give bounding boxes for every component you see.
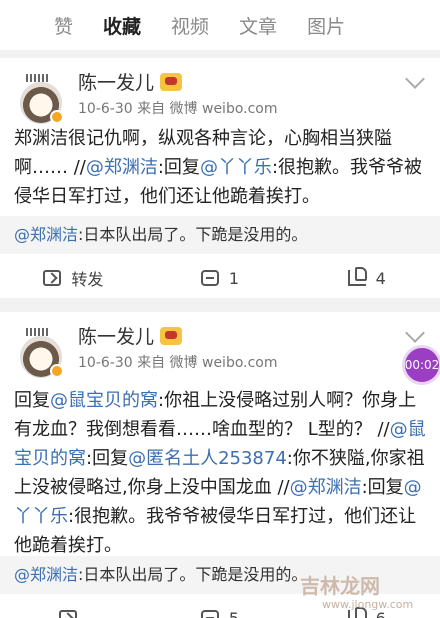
quoted-text: :日本队出局了。下跪是没用的。 bbox=[78, 565, 308, 584]
watermark-url: www.jlongw.com bbox=[322, 598, 414, 611]
comment-count: 1 bbox=[228, 268, 240, 288]
avatar-decoration bbox=[26, 74, 48, 82]
post-meta: 10-6-30 来自 微博 weibo.com bbox=[78, 101, 278, 117]
tab-videos[interactable]: 视频 bbox=[171, 12, 209, 39]
comment-button[interactable]: 1 bbox=[147, 269, 294, 288]
thumbs-up-icon bbox=[347, 267, 367, 286]
chevron-down-icon[interactable] bbox=[405, 323, 425, 343]
comment-count: 5 bbox=[228, 608, 240, 618]
repost-icon bbox=[43, 270, 62, 286]
member-crown-icon bbox=[160, 72, 183, 91]
comment-icon bbox=[200, 270, 219, 286]
like-button[interactable]: 4 bbox=[293, 267, 440, 288]
post-card-1: 陈一发儿 10-6-30 来自 微博 weibo.com 郑渊洁很记仇啊，纵观各… bbox=[0, 58, 440, 298]
text-segment: :回复 bbox=[361, 477, 404, 498]
post-text: 回复@鼠宝贝的窝:你祖上没侵略过别人啊？你身上有龙血？我倒想看看……啥血型的？ … bbox=[14, 386, 426, 560]
tab-articles[interactable]: 文章 bbox=[239, 12, 277, 39]
mention-link[interactable]: @郑渊洁 bbox=[14, 225, 78, 244]
verified-badge-icon bbox=[50, 110, 64, 124]
action-bar: 转发 1 4 bbox=[0, 258, 440, 298]
repost-button[interactable] bbox=[0, 610, 147, 618]
repost-button[interactable]: 转发 bbox=[0, 266, 147, 290]
text-segment: :回复 bbox=[157, 157, 200, 178]
watermark-brand: 吉林龙网 bbox=[300, 574, 380, 598]
quoted-post[interactable]: @郑渊洁:日本队出局了。下跪是没用的。 bbox=[0, 216, 440, 254]
author-name-text[interactable]: 陈一发儿 bbox=[78, 322, 154, 349]
repost-label: 转发 bbox=[71, 270, 104, 289]
avatar[interactable] bbox=[20, 74, 66, 124]
avatar[interactable] bbox=[20, 328, 66, 378]
comment-icon bbox=[200, 610, 219, 618]
repost-icon bbox=[59, 610, 78, 618]
author-name-text[interactable]: 陈一发儿 bbox=[78, 68, 154, 95]
text-segment: :回复 bbox=[86, 448, 129, 469]
like-count: 4 bbox=[375, 268, 386, 288]
tab-favorites[interactable]: 收藏 bbox=[103, 12, 141, 39]
text-segment: 回复 bbox=[14, 390, 50, 411]
tab-likes[interactable]: 赞 bbox=[54, 12, 73, 39]
mention-link[interactable]: @郑渊洁 bbox=[86, 157, 158, 178]
mention-link[interactable]: @匿名土人253874 bbox=[128, 448, 287, 469]
text-segment: :很抱歉。我爷爷被侵华日军打过，他们还让他跪着挨打。 bbox=[14, 506, 417, 556]
chevron-down-icon[interactable] bbox=[405, 69, 425, 89]
mention-link[interactable]: @郑渊洁 bbox=[14, 565, 78, 584]
comment-button[interactable]: 5 bbox=[147, 609, 294, 618]
author-name[interactable]: 陈一发儿 bbox=[78, 68, 183, 95]
member-crown-icon bbox=[160, 326, 183, 345]
post-text: 郑渊洁很记仇啊，纵观各种言论，心胸相当狭隘啊…… //@郑渊洁:回复@丫丫乐:很… bbox=[14, 124, 426, 211]
top-tabs: 赞 收藏 视频 文章 图片 bbox=[0, 0, 440, 50]
tab-images[interactable]: 图片 bbox=[307, 12, 345, 39]
avatar-decoration bbox=[26, 328, 48, 336]
thumbs-up-icon bbox=[347, 607, 367, 618]
mention-link[interactable]: @丫丫乐 bbox=[200, 157, 272, 178]
quoted-text: :日本队出局了。下跪是没用的。 bbox=[78, 225, 308, 244]
verified-badge-icon bbox=[50, 364, 64, 378]
recording-timer-badge[interactable]: 00:02 bbox=[402, 345, 440, 385]
mention-link[interactable]: @郑渊洁 bbox=[290, 477, 362, 498]
post-meta: 10-6-30 来自 微博 weibo.com bbox=[78, 355, 278, 371]
mention-link[interactable]: @鼠宝贝的窝 bbox=[50, 390, 158, 411]
author-name[interactable]: 陈一发儿 bbox=[78, 322, 183, 349]
